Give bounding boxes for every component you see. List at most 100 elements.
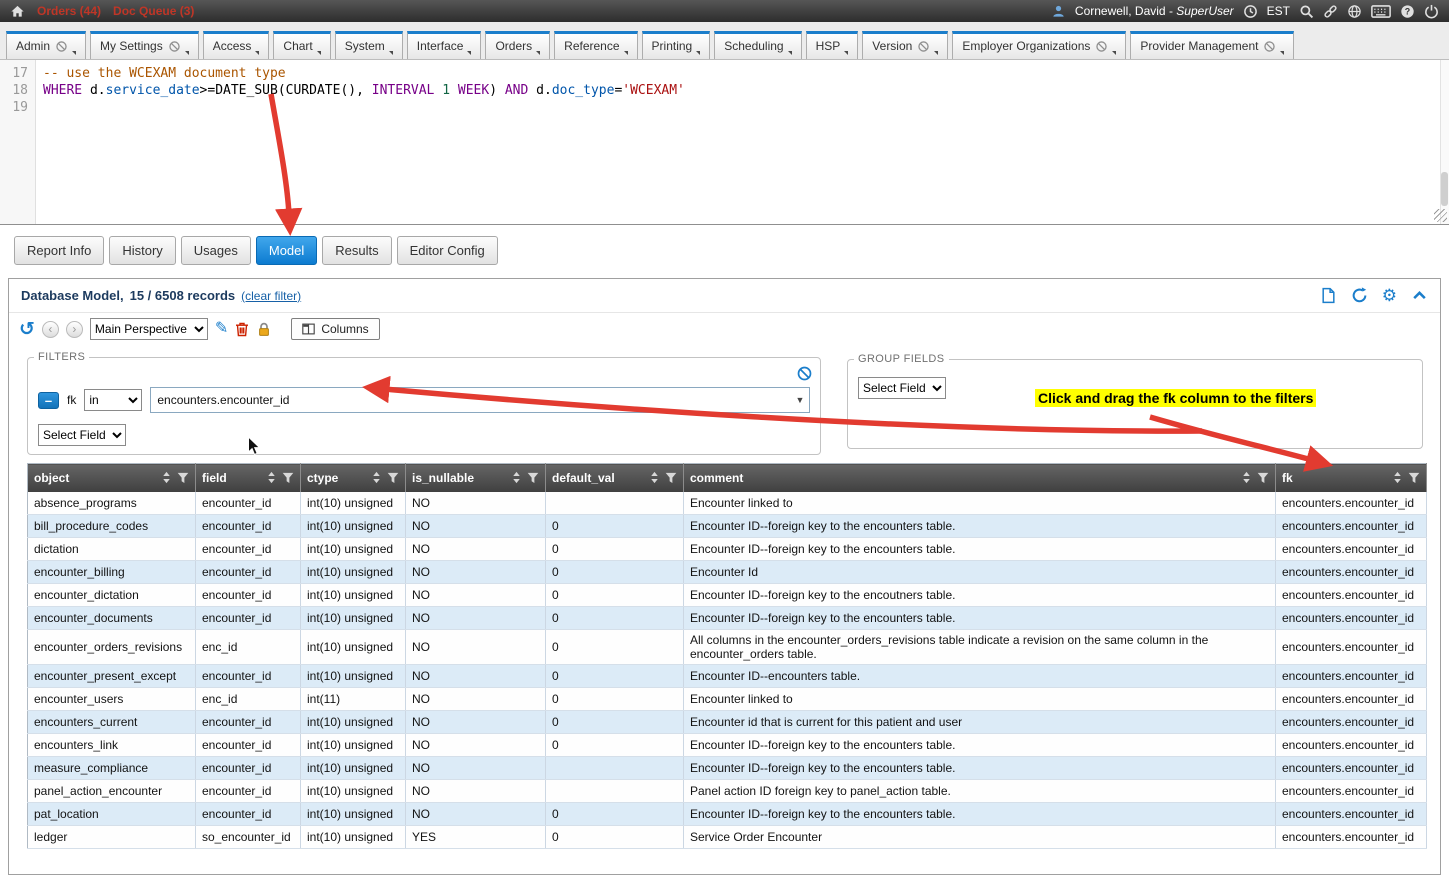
nav-tab-my-settings[interactable]: My Settings xyxy=(90,31,199,59)
perspective-select[interactable]: Main Perspective xyxy=(90,318,208,340)
table-row[interactable]: encounter_present_exceptencounter_idint(… xyxy=(28,665,1427,688)
sort-icon[interactable] xyxy=(160,471,173,484)
panel-tab-model[interactable]: Model xyxy=(256,236,317,265)
filter-funnel-icon[interactable] xyxy=(282,472,294,484)
add-filter-field-select[interactable]: Select Field xyxy=(38,424,126,446)
table-row[interactable]: encounter_orders_revisionsenc_idint(10) … xyxy=(28,630,1427,665)
lock-icon[interactable] xyxy=(256,321,272,337)
cell-object: bill_procedure_codes xyxy=(28,515,196,538)
table-row[interactable]: encounter_documentsencounter_idint(10) u… xyxy=(28,607,1427,630)
new-document-icon[interactable] xyxy=(1320,287,1337,304)
tab-menu-circle-icon[interactable] xyxy=(1263,40,1276,53)
table-row[interactable]: dictationencounter_idint(10) unsignedNO0… xyxy=(28,538,1427,561)
nav-tab-reference[interactable]: Reference xyxy=(554,31,637,59)
combo-dropdown-icon[interactable]: ▼ xyxy=(791,395,809,405)
nav-tab-admin[interactable]: Admin xyxy=(6,31,86,59)
home-icon[interactable] xyxy=(10,4,25,19)
filter-funnel-icon[interactable] xyxy=(665,472,677,484)
nav-tab-system[interactable]: System xyxy=(335,31,403,59)
panel-tab-history[interactable]: History xyxy=(109,236,175,265)
sort-icon[interactable] xyxy=(510,471,523,484)
undo-icon[interactable]: ↺ xyxy=(19,320,35,339)
nav-tab-employer-organizations[interactable]: Employer Organizations xyxy=(952,31,1126,59)
keyboard-icon[interactable] xyxy=(1371,4,1391,19)
table-row[interactable]: bill_procedure_codesencounter_idint(10) … xyxy=(28,515,1427,538)
history-forward-button[interactable]: › xyxy=(66,321,83,338)
table-row[interactable]: encounters_currentencounter_idint(10) un… xyxy=(28,711,1427,734)
clear-filters-icon[interactable] xyxy=(797,366,812,381)
table-row[interactable]: ledgerso_encounter_idint(10) unsignedYES… xyxy=(28,826,1427,849)
table-row[interactable]: pat_locationencounter_idint(10) unsigned… xyxy=(28,803,1427,826)
table-row[interactable]: encounter_dictationencounter_idint(10) u… xyxy=(28,584,1427,607)
tab-menu-circle-icon[interactable] xyxy=(168,40,181,53)
collapse-panel-icon[interactable] xyxy=(1411,287,1428,304)
sort-icon[interactable] xyxy=(370,471,383,484)
sort-icon[interactable] xyxy=(265,471,278,484)
nav-tab-printing[interactable]: Printing xyxy=(642,31,711,59)
nav-tab-hsp[interactable]: HSP xyxy=(806,31,859,59)
tab-menu-circle-icon[interactable] xyxy=(917,40,930,53)
editor-resize-handle[interactable] xyxy=(1434,209,1447,222)
filter-funnel-icon[interactable] xyxy=(1408,472,1420,484)
doc-queue-link[interactable]: Doc Queue (3) xyxy=(113,4,194,18)
filters-legend: FILTERS xyxy=(34,351,89,363)
sort-icon[interactable] xyxy=(1391,471,1404,484)
filter-value-combobox[interactable]: ▼ xyxy=(150,387,810,413)
filter-funnel-icon[interactable] xyxy=(1257,472,1269,484)
history-back-button[interactable]: ‹ xyxy=(42,321,59,338)
power-icon[interactable] xyxy=(1424,4,1439,19)
nav-tab-provider-management[interactable]: Provider Management xyxy=(1130,31,1294,59)
sort-icon[interactable] xyxy=(1240,471,1253,484)
panel-tab-editor-config[interactable]: Editor Config xyxy=(397,236,498,265)
scrollbar-thumb[interactable] xyxy=(1441,172,1448,206)
tab-menu-circle-icon[interactable] xyxy=(1095,40,1108,53)
group-field-select[interactable]: Select Field xyxy=(858,377,946,399)
orders-queue-link[interactable]: Orders (44) xyxy=(37,4,101,18)
table-row[interactable]: measure_complianceencounter_idint(10) un… xyxy=(28,757,1427,780)
refresh-icon[interactable] xyxy=(1351,287,1368,304)
tab-menu-circle-icon[interactable] xyxy=(55,40,68,53)
table-row[interactable]: encounter_billingencounter_idint(10) uns… xyxy=(28,561,1427,584)
column-header-object[interactable]: object xyxy=(28,464,196,492)
table-row[interactable]: panel_action_encounterencounter_idint(10… xyxy=(28,780,1427,803)
nav-tab-orders[interactable]: Orders xyxy=(485,31,550,59)
filter-funnel-icon[interactable] xyxy=(387,472,399,484)
table-row[interactable]: encounter_usersenc_idint(11)NO0Encounter… xyxy=(28,688,1427,711)
delete-perspective-icon[interactable] xyxy=(235,321,249,337)
sql-editor[interactable]: 171819 -- use the WCEXAM document typeWH… xyxy=(0,60,1449,225)
nav-tab-chart[interactable]: Chart xyxy=(273,31,330,59)
edit-perspective-icon[interactable]: ✎ xyxy=(215,321,228,337)
editor-scrollbar[interactable] xyxy=(1440,60,1449,224)
column-header-ctype[interactable]: ctype xyxy=(301,464,406,492)
table-row[interactable]: absence_programsencounter_idint(10) unsi… xyxy=(28,492,1427,515)
column-header-field[interactable]: field xyxy=(196,464,301,492)
sort-icon[interactable] xyxy=(648,471,661,484)
filter-funnel-icon[interactable] xyxy=(527,472,539,484)
link-icon[interactable] xyxy=(1323,4,1338,19)
columns-button[interactable]: Columns xyxy=(291,318,379,340)
nav-tab-version[interactable]: Version xyxy=(862,31,948,59)
nav-tab-interface[interactable]: Interface xyxy=(407,31,482,59)
panel-tab-report-info[interactable]: Report Info xyxy=(14,236,104,265)
column-header-comment[interactable]: comment xyxy=(684,464,1276,492)
nav-tab-scheduling[interactable]: Scheduling xyxy=(714,31,801,59)
globe-icon[interactable] xyxy=(1347,4,1362,19)
column-header-is_nullable[interactable]: is_nullable xyxy=(406,464,546,492)
column-header-fk[interactable]: fk xyxy=(1276,464,1427,492)
clear-filter-link[interactable]: (clear filter) xyxy=(241,289,301,303)
gear-icon[interactable]: ⚙ xyxy=(1382,287,1397,304)
help-icon[interactable] xyxy=(1400,4,1415,19)
column-header-default_val[interactable]: default_val xyxy=(546,464,684,492)
nav-tab-access[interactable]: Access xyxy=(203,31,270,59)
table-row[interactable]: encounters_linkencounter_idint(10) unsig… xyxy=(28,734,1427,757)
filter-funnel-icon[interactable] xyxy=(177,472,189,484)
filter-value-input[interactable] xyxy=(151,393,791,407)
panel-tab-results[interactable]: Results xyxy=(322,236,391,265)
editor-code[interactable]: -- use the WCEXAM document typeWHERE d.s… xyxy=(36,60,1449,224)
clock-icon[interactable] xyxy=(1243,4,1258,19)
panel-tab-usages[interactable]: Usages xyxy=(181,236,251,265)
search-icon[interactable] xyxy=(1299,4,1314,19)
filter-operator-select[interactable]: in xyxy=(84,389,142,411)
tab-corner-mark xyxy=(467,51,471,55)
remove-filter-button[interactable]: – xyxy=(38,392,59,409)
